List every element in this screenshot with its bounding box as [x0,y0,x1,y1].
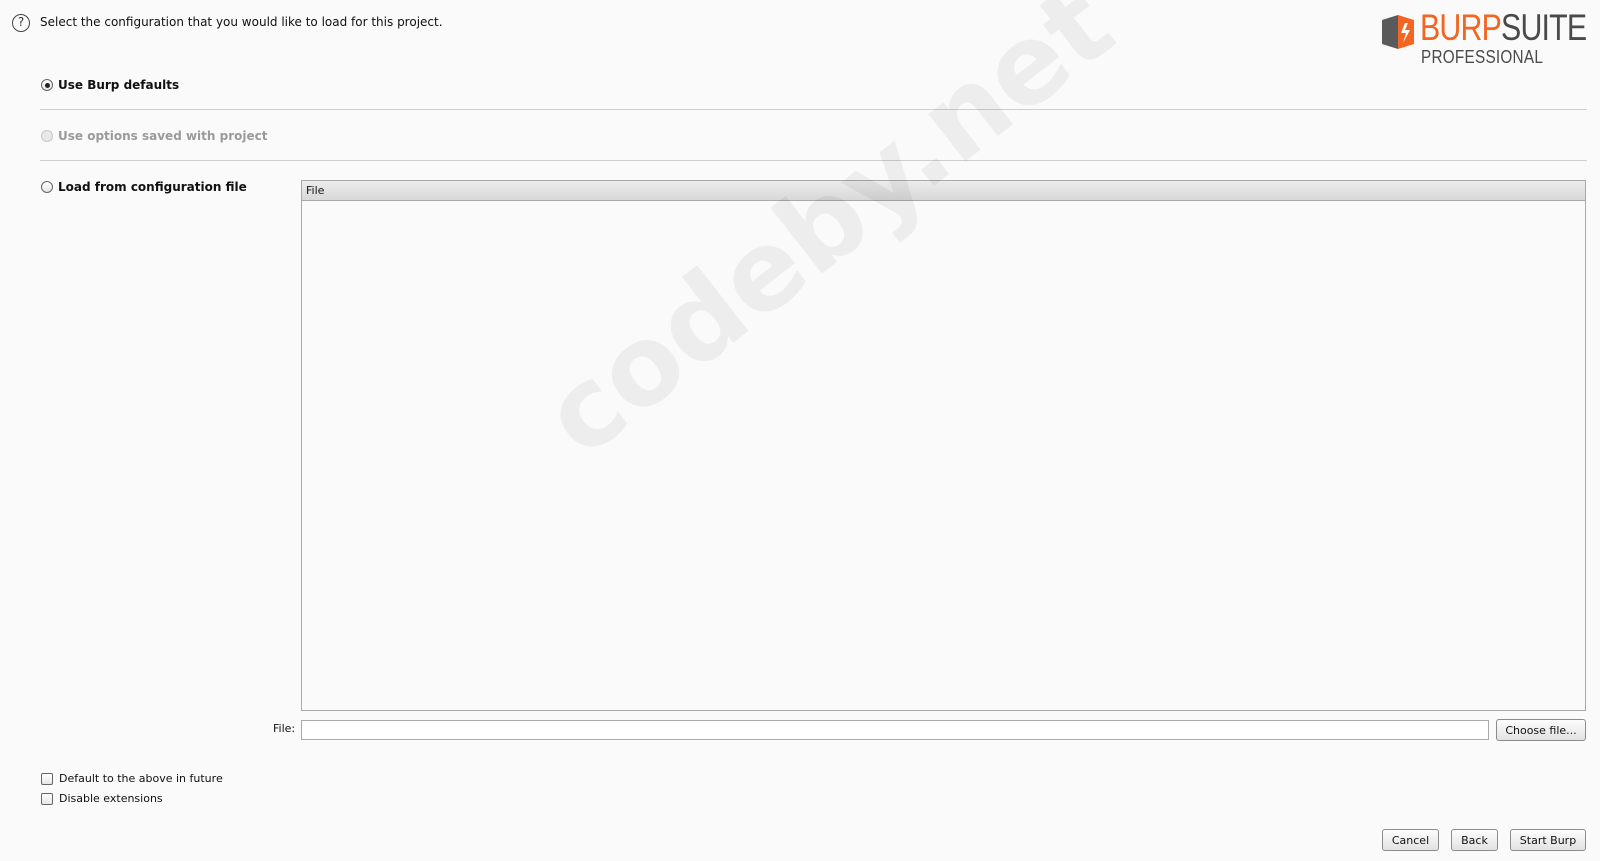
burp-suite-logo: BURPSUITE PROFESSIONAL [1378,7,1588,68]
file-path-input[interactable] [301,720,1489,740]
option-use-burp-defaults[interactable]: Use Burp defaults [41,78,179,92]
radio-use-saved-options [41,130,53,142]
radio-load-config-file[interactable] [41,181,53,193]
instruction-text: Select the configuration that you would … [40,15,443,29]
option-label: Use Burp defaults [58,78,180,92]
option-label: Load from configuration file [58,180,247,194]
logo-word-burp: BURP [1420,7,1502,48]
divider [40,160,1587,161]
checkbox-disable-extensions-box[interactable] [41,792,53,805]
checkbox-default-future-box[interactable] [41,772,53,785]
back-button[interactable]: Back [1451,829,1498,851]
checkbox-default-future[interactable]: Default to the above in future [41,772,223,785]
checkbox-label: Default to the above in future [59,772,223,785]
project-configuration-page: ? Select the configuration that you woul… [0,0,1600,861]
start-burp-button[interactable]: Start Burp [1510,829,1586,851]
option-use-saved-options: Use options saved with project [41,129,267,143]
cancel-button[interactable]: Cancel [1382,829,1439,851]
logo-wordmark: BURPSUITE [1420,7,1587,48]
option-load-config-file[interactable]: Load from configuration file [41,180,247,194]
table-header-file[interactable]: File [302,181,1585,201]
logo-word-suite: SUITE [1501,7,1587,48]
radio-use-burp-defaults[interactable] [41,79,53,91]
checkbox-label: Disable extensions [59,792,163,805]
choose-file-button[interactable]: Choose file... [1496,719,1586,741]
question-circle-icon[interactable]: ? [12,14,30,32]
config-file-table[interactable]: File [301,180,1586,711]
checkbox-disable-extensions[interactable]: Disable extensions [41,792,163,805]
divider [40,109,1587,110]
burp-cube-icon [1382,15,1414,49]
option-label: Use options saved with project [58,129,268,143]
logo-edition: PROFESSIONAL [1421,47,1544,67]
file-field-label: File: [273,722,296,735]
